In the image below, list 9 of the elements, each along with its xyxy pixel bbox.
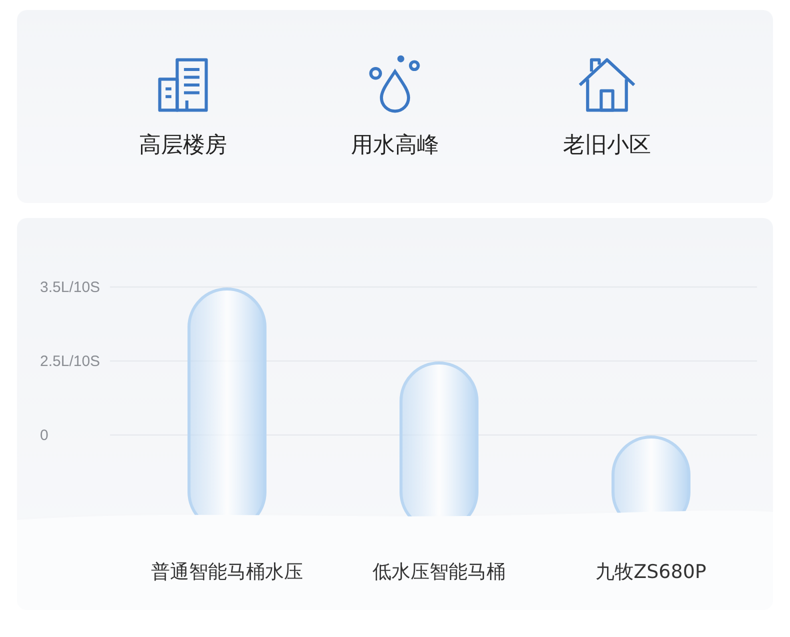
axis-label: 0	[40, 427, 48, 444]
bar-label: 九牧ZS680P	[596, 561, 706, 583]
axis-label: 3.5L/10S	[40, 279, 100, 296]
axis-label: 2.5L/10S	[40, 353, 100, 370]
bar-label: 低水压智能马桶	[372, 561, 506, 583]
feature-label: 老旧小区	[563, 132, 651, 160]
feature-label: 用水高峰	[351, 132, 439, 160]
feature-label: 高层楼房	[139, 132, 227, 160]
bar-label: 普通智能马桶水压	[151, 561, 303, 583]
